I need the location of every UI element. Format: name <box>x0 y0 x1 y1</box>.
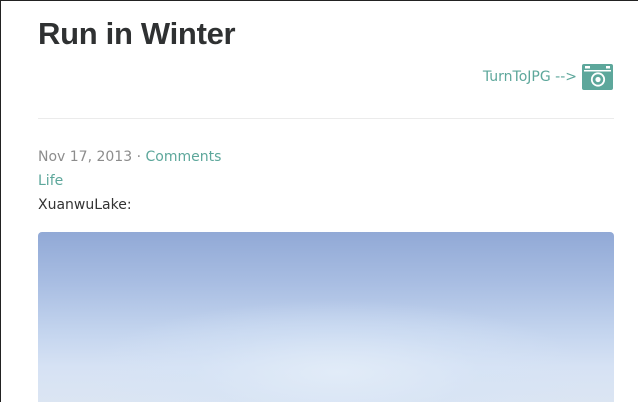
meta-separator: · <box>136 149 142 165</box>
turn-to-jpg-link[interactable]: TurnToJPG --> <box>483 61 614 92</box>
post-body-text: XuanwuLake: <box>38 197 132 213</box>
camera-icon[interactable] <box>581 61 614 92</box>
post-date: Nov 17, 2013 <box>38 149 133 165</box>
header-divider <box>38 118 614 119</box>
post-photo <box>38 232 614 402</box>
post-title: Run in Winter <box>38 16 236 51</box>
turn-to-jpg-label: TurnToJPG --> <box>482 68 577 85</box>
post-meta: Nov 17, 2013 · Comments <box>38 147 221 167</box>
category-link-life[interactable]: Life <box>38 171 63 191</box>
comments-link[interactable]: Comments <box>145 149 221 165</box>
